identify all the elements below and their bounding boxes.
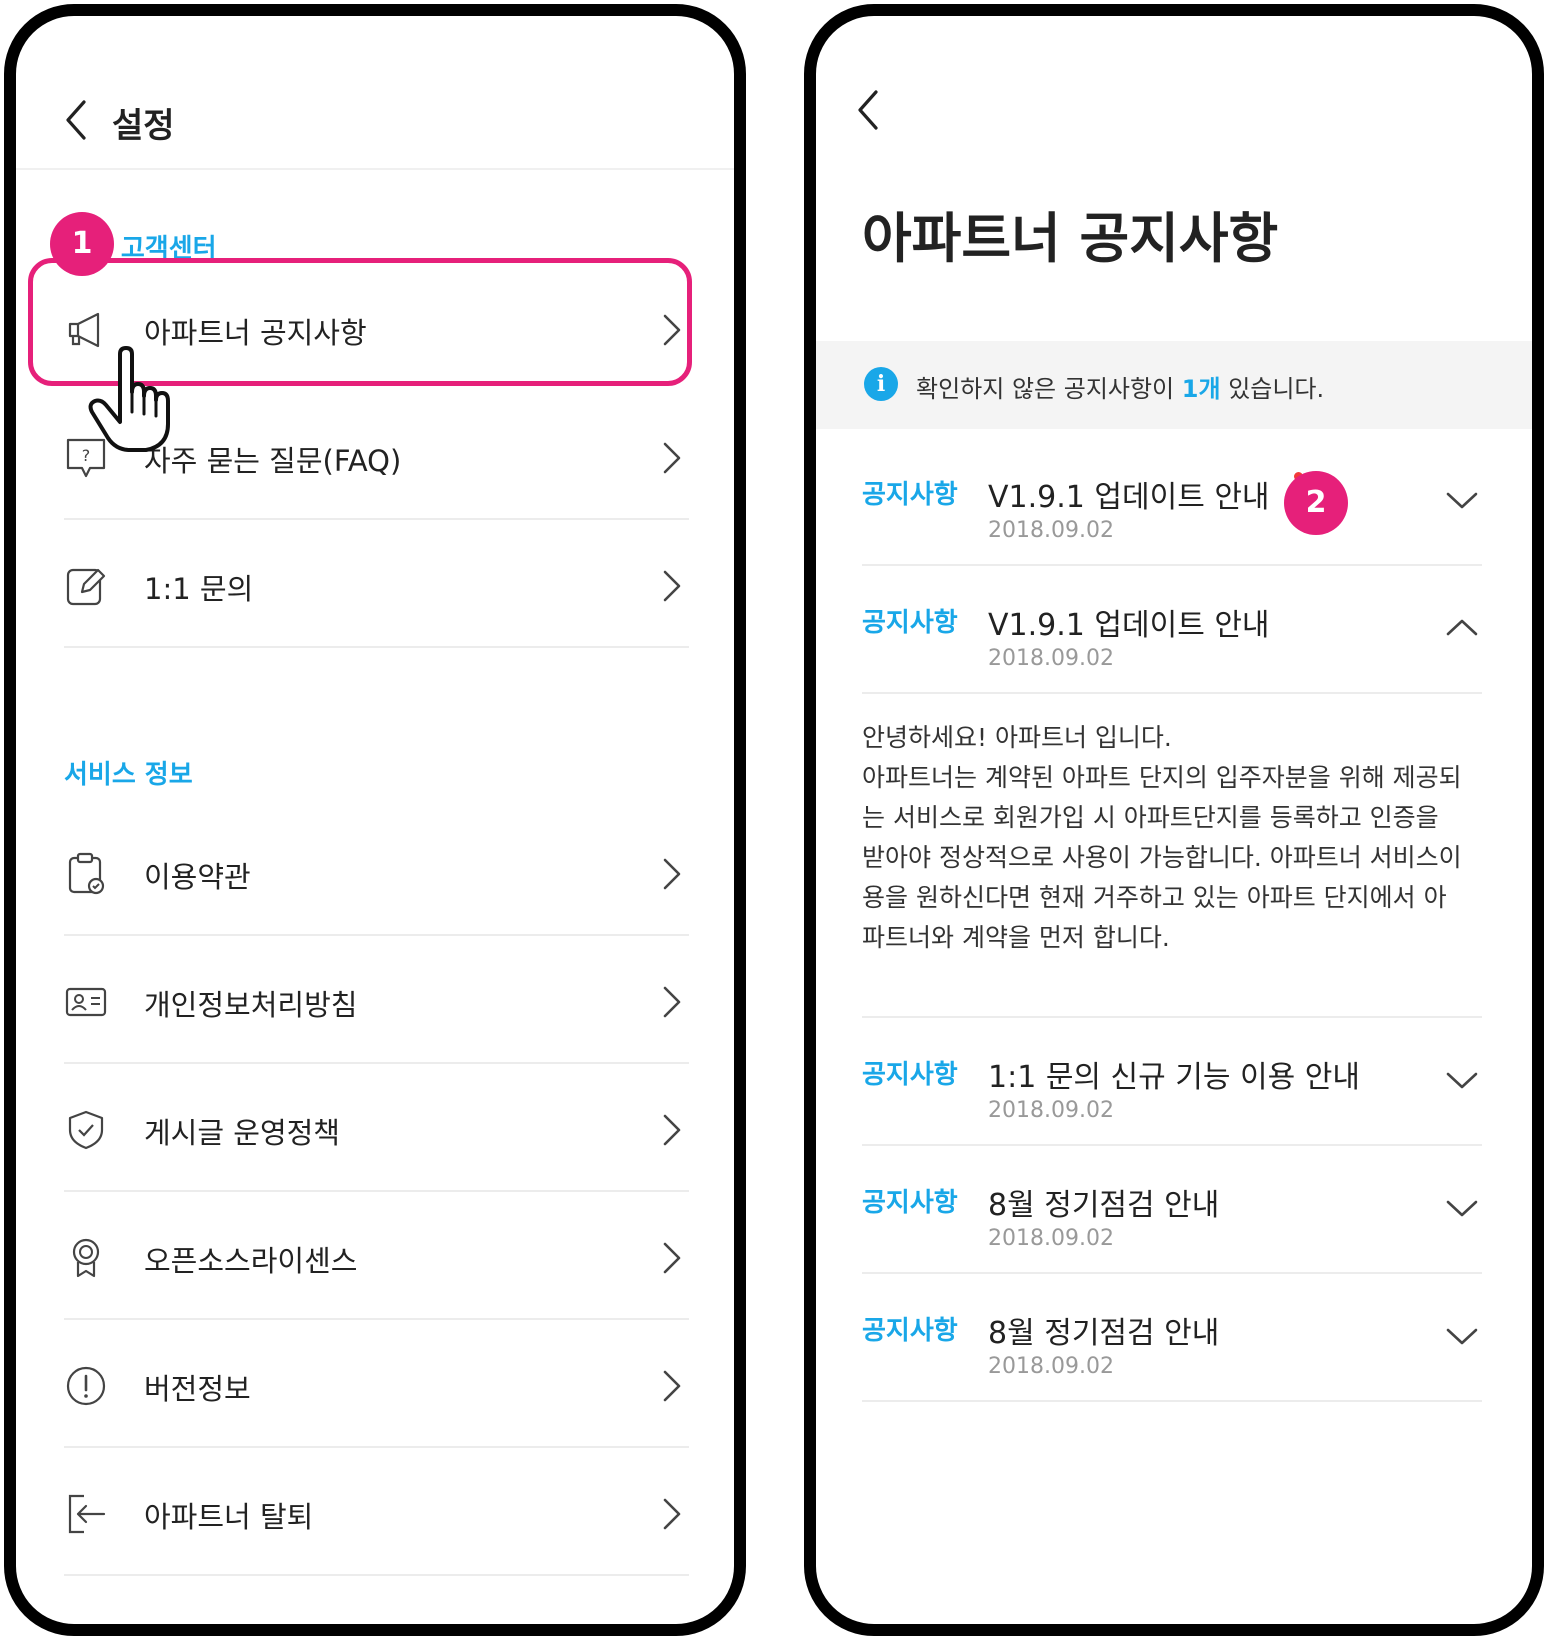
notice-category: 공지사항	[862, 1188, 958, 1218]
content-line: 안녕하세요! 아파트너 입니다.	[862, 723, 1172, 752]
chevron-right-icon	[653, 1368, 689, 1404]
chevron-down-icon[interactable]	[1442, 480, 1482, 520]
menu-item-inquiry[interactable]: 1:1 문의	[64, 520, 689, 648]
notice-category: 공지사항	[862, 608, 958, 638]
menu-item-label: 개인정보처리방침	[144, 988, 358, 1022]
info-circle-icon	[64, 1364, 108, 1408]
menu-item-label: 아파트너 탈퇴	[144, 1500, 314, 1534]
chevron-right-icon	[653, 1112, 689, 1148]
page-title: 아파트너 공지사항	[862, 207, 1279, 270]
content-line: 용을 원하신다면 현재 거주하고 있는 아파트 단지에서 아	[862, 883, 1447, 912]
chevron-down-icon[interactable]	[1442, 1316, 1482, 1356]
content-line: 받아야 정상적으로 사용이 가능합니다. 아파트너 서비스이	[862, 843, 1462, 872]
notice-item[interactable]: 공지사항 1:1 문의 신규 기능 이용 안내 2018.09.02	[862, 1018, 1482, 1146]
step-badge: 1	[50, 212, 114, 276]
back-arrow-icon[interactable]	[54, 96, 102, 144]
notice-item[interactable]: 공지사항 V1.9.1 업데이트 안내 2018.09.02	[862, 438, 1482, 566]
menu-item-label: 버전정보	[144, 1372, 251, 1406]
chevron-right-icon	[653, 856, 689, 892]
notice-screen: 아파트너 공지사항 i 확인하지 않은 공지사항이 1개 있습니다. 공지사항 …	[804, 4, 1544, 1636]
unread-count: 1개	[1181, 375, 1221, 403]
id-card-icon	[64, 980, 108, 1024]
divider	[64, 646, 689, 648]
menu-item-label: 1:1 문의	[144, 572, 254, 606]
edit-icon	[64, 564, 108, 608]
notice-date: 2018.09.02	[988, 1098, 1114, 1123]
pointer-hand-icon	[86, 346, 186, 456]
notice-item-expanded[interactable]: 공지사항 V1.9.1 업데이트 안내 2018.09.02	[862, 566, 1482, 694]
chevron-right-icon	[653, 440, 689, 476]
info-icon: i	[864, 367, 898, 401]
banner-suffix: 있습니다.	[1220, 375, 1325, 403]
shield-check-icon	[64, 1108, 108, 1152]
chevron-right-icon	[653, 568, 689, 604]
notice-category: 공지사항	[862, 1060, 958, 1090]
chevron-right-icon	[653, 984, 689, 1020]
notice-title: 8월 정기점검 안내	[988, 1316, 1220, 1351]
menu-item-label: 오픈소스라이센스	[144, 1244, 358, 1278]
settings-screen: 설정 트너 고객센터 아파트너 공지사항 ? 자주 묻는 질문(FAQ) 1:1…	[4, 4, 746, 1636]
menu-item-privacy[interactable]: 개인정보처리방침	[64, 936, 689, 1064]
notice-title: V1.9.1 업데이트 안내	[988, 608, 1270, 643]
clipboard-check-icon	[64, 852, 108, 896]
banner-prefix: 확인하지 않은 공지사항이	[916, 375, 1182, 403]
divider	[64, 1574, 689, 1576]
menu-item-terms[interactable]: 이용약관	[64, 808, 689, 936]
chevron-up-icon[interactable]	[1442, 608, 1482, 648]
menu-item-version[interactable]: 버전정보	[64, 1320, 689, 1448]
divider	[862, 692, 1482, 694]
notice-title: 1:1 문의 신규 기능 이용 안내	[988, 1060, 1360, 1095]
content-line: 아파트너는 계약된 아파트 단지의 입주자분을 위해 제공되	[862, 763, 1462, 792]
chevron-right-icon	[653, 1240, 689, 1276]
exit-icon	[64, 1492, 108, 1536]
service-info-label: 서비스 정보	[64, 760, 193, 790]
settings-header: 설정	[16, 16, 734, 170]
content-line: 는 서비스로 회원가입 시 아파트단지를 등록하고 인증을	[862, 803, 1439, 832]
banner-text: 확인하지 않은 공지사항이 1개 있습니다.	[916, 369, 1324, 404]
menu-item-policy[interactable]: 게시글 운영정책	[64, 1064, 689, 1192]
notice-title: 8월 정기점검 안내	[988, 1188, 1220, 1223]
notice-content: 안녕하세요! 아파트너 입니다. 아파트너는 계약된 아파트 단지의 입주자분을…	[862, 718, 1480, 958]
divider	[862, 1400, 1482, 1402]
page-title: 설정	[112, 106, 175, 146]
notice-category: 공지사항	[862, 480, 958, 510]
menu-item-withdraw[interactable]: 아파트너 탈퇴	[64, 1448, 689, 1576]
notice-date: 2018.09.02	[988, 1354, 1114, 1379]
notice-category: 공지사항	[862, 1316, 958, 1346]
notice-title: V1.9.1 업데이트 안내	[988, 480, 1270, 515]
notice-date: 2018.09.02	[988, 518, 1114, 543]
content-line: 파트너와 계약을 먼저 합니다.	[862, 923, 1170, 952]
chevron-right-icon	[653, 1496, 689, 1532]
notice-item[interactable]: 공지사항 8월 정기점검 안내 2018.09.02	[862, 1274, 1482, 1402]
chevron-down-icon[interactable]	[1442, 1188, 1482, 1228]
award-icon	[64, 1236, 108, 1280]
chevron-down-icon[interactable]	[1442, 1060, 1482, 1100]
menu-item-label: 게시글 운영정책	[144, 1116, 340, 1150]
menu-item-label: 이용약관	[144, 860, 251, 894]
notice-date: 2018.09.02	[988, 646, 1114, 671]
step-badge: 2	[1284, 471, 1348, 535]
notice-item[interactable]: 공지사항 8월 정기점검 안내 2018.09.02	[862, 1146, 1482, 1274]
menu-item-opensource[interactable]: 오픈소스라이센스	[64, 1192, 689, 1320]
back-arrow-icon[interactable]	[846, 86, 894, 134]
notice-date: 2018.09.02	[988, 1226, 1114, 1251]
unread-banner: i 확인하지 않은 공지사항이 1개 있습니다.	[816, 341, 1532, 429]
